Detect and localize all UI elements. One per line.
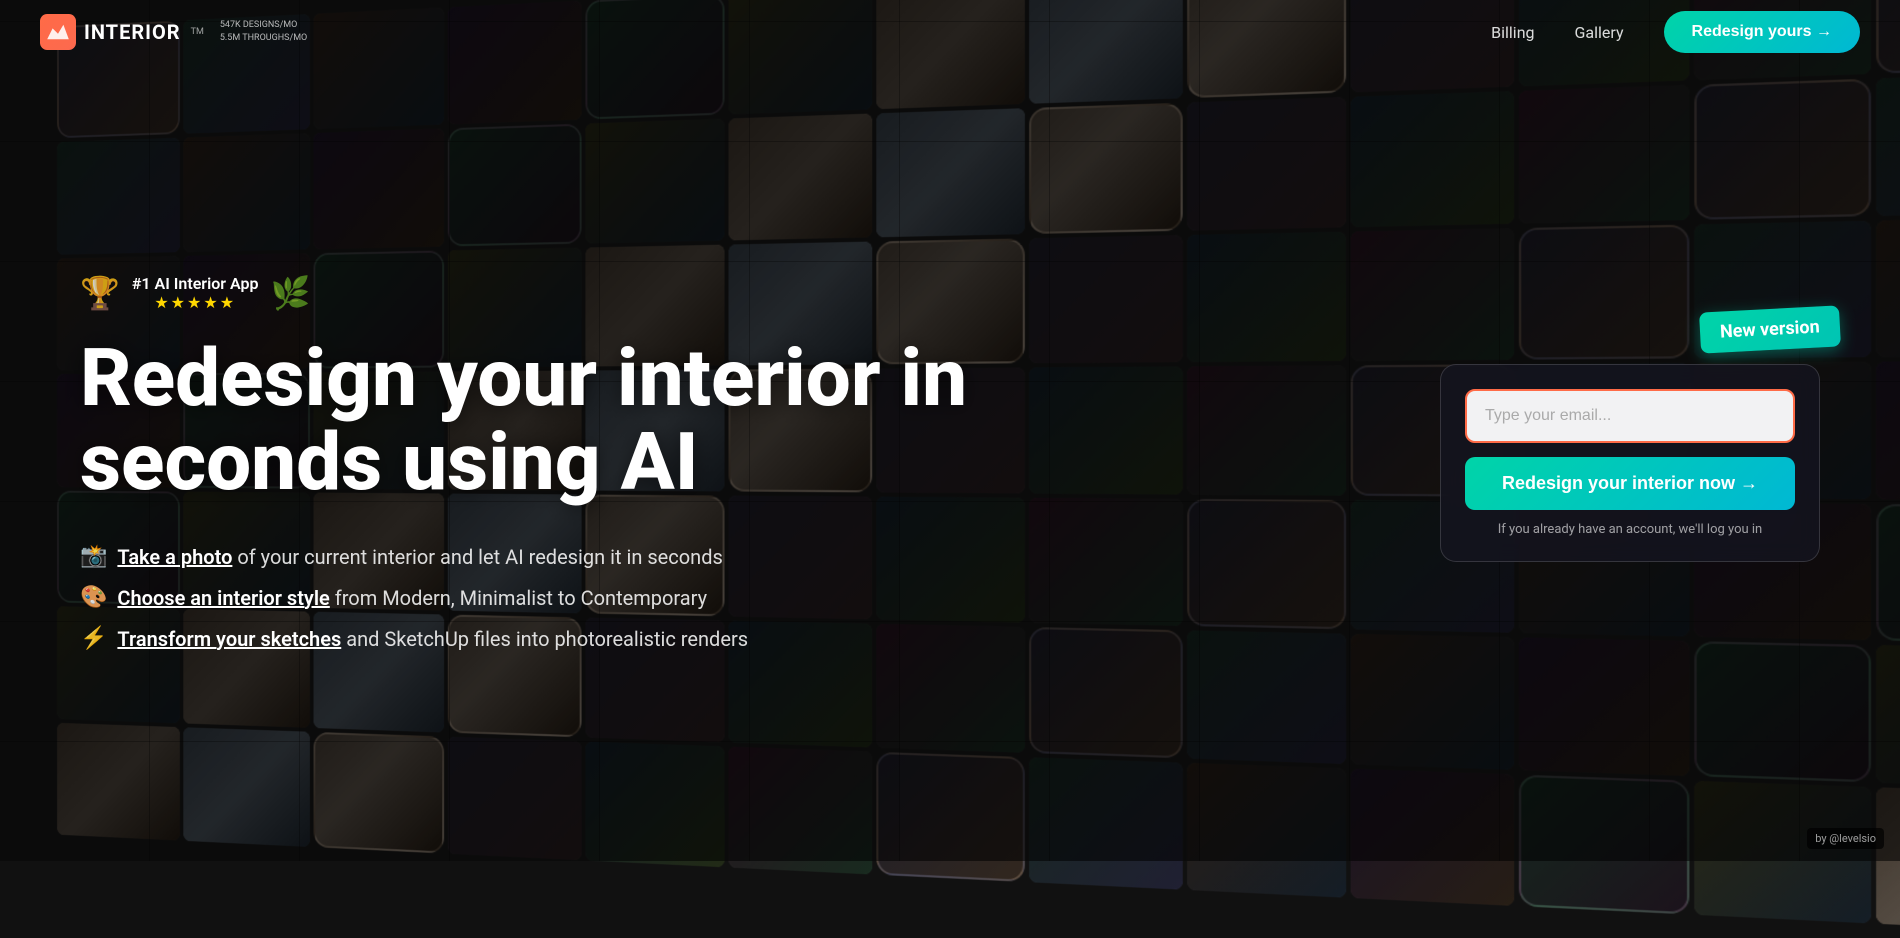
hero-headline: Redesign your interior in seconds using … (80, 336, 980, 504)
form-note: If you already have an account, we'll lo… (1465, 522, 1795, 537)
feature-emoji-3: ⚡ (80, 626, 107, 651)
headline-line2: seconds using AI (80, 415, 698, 509)
feature-item-2: 🎨 Choose an interior style from Modern, … (80, 585, 980, 610)
award-text: #1 AI Interior App ★★★★★ (132, 274, 259, 312)
award-title: #1 AI Interior App (132, 274, 259, 293)
feature-link-1[interactable]: Take a photo (117, 545, 232, 569)
submit-button[interactable]: Redesign your interior now → (1465, 457, 1795, 510)
award-badge: 🏆 #1 AI Interior App ★★★★★ 🌿 (80, 274, 980, 312)
email-form: Redesign your interior now → If you alre… (1440, 364, 1820, 562)
feature-emoji-1: 📸 (80, 544, 107, 569)
logo-text: INTERIOR (84, 20, 181, 44)
feature-item-3: ⚡ Transform your sketches and SketchUp f… (80, 626, 980, 651)
hero-features: 📸 Take a photo of your current interior … (80, 544, 980, 651)
feature-item-1: 📸 Take a photo of your current interior … (80, 544, 980, 569)
feature-link-3[interactable]: Transform your sketches (117, 627, 341, 651)
new-version-badge: New version (1699, 305, 1841, 353)
nav-right: Billing Gallery Redesign yours → (1491, 11, 1860, 53)
feature-text-1: of your current interior and let AI rede… (232, 545, 722, 569)
logo-trademark: TM (191, 27, 204, 37)
nav-stats: 547K DESIGNS/MO 5.5M THROUGHS/MO (220, 19, 307, 44)
watermark: by @levelsio (1807, 828, 1884, 849)
hero-section: 🏆 #1 AI Interior App ★★★★★ 🌿 Redesign yo… (0, 0, 1900, 861)
gallery-link[interactable]: Gallery (1575, 23, 1624, 42)
feature-text-2: from Modern, Minimalist to Contemporary (330, 586, 707, 610)
laurel-left: 🏆 (80, 274, 120, 312)
navigation: INTERIOR TM 547K DESIGNS/MO 5.5M THROUGH… (0, 0, 1900, 64)
logo-container: INTERIOR TM 547K DESIGNS/MO 5.5M THROUGH… (40, 14, 307, 50)
hero-right: New version Redesign your interior now →… (1440, 364, 1820, 562)
laurel-right: 🌿 (271, 274, 311, 312)
headline-line1: Redesign your interior in (80, 331, 967, 425)
nav-cta-button[interactable]: Redesign yours → (1664, 11, 1860, 53)
feature-emoji-2: 🎨 (80, 585, 107, 610)
hero-left: 🏆 #1 AI Interior App ★★★★★ 🌿 Redesign yo… (80, 274, 980, 651)
feature-text-3: and SketchUp files into photorealistic r… (341, 627, 748, 651)
logo-icon (40, 14, 76, 50)
feature-link-2[interactable]: Choose an interior style (117, 586, 329, 610)
billing-link[interactable]: Billing (1491, 23, 1534, 42)
stars: ★★★★★ (132, 293, 259, 312)
email-input[interactable] (1465, 389, 1795, 443)
